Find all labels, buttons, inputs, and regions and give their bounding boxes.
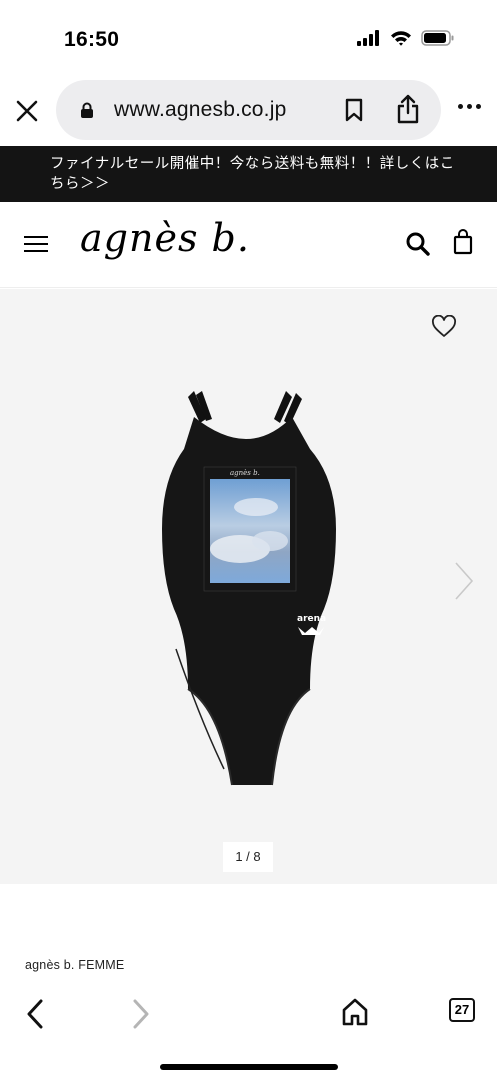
status-bar: 16:50 <box>0 0 497 74</box>
signal-icon <box>357 30 381 51</box>
more-options-icon[interactable] <box>458 104 481 109</box>
heart-icon[interactable] <box>431 314 457 344</box>
sale-banner[interactable]: ファイナルセール開催中！今なら送料も無料！！詳しくはこちら＞＞ <box>0 146 497 202</box>
shopping-bag-icon[interactable] <box>453 229 473 260</box>
forward-arrow-icon[interactable] <box>130 998 152 1035</box>
print-brand-label: agnès b. <box>230 469 260 477</box>
browser-toolbar: 27 <box>0 990 497 1080</box>
lock-icon <box>80 102 94 124</box>
close-icon[interactable] <box>14 98 40 124</box>
home-icon[interactable] <box>342 998 368 1031</box>
url-field[interactable]: www.agnesb.co.jp <box>56 80 441 140</box>
image-page-indicator: 1 / 8 <box>223 842 273 872</box>
battery-icon <box>421 30 455 51</box>
status-time: 16:50 <box>64 28 120 51</box>
search-icon[interactable] <box>405 231 431 262</box>
hamburger-menu-icon[interactable] <box>24 236 48 257</box>
browser-address-bar: www.agnesb.co.jp <box>0 74 497 146</box>
status-icons <box>357 30 455 51</box>
url-text: www.agnesb.co.jp <box>114 98 287 121</box>
product-brand-label[interactable]: agnès b. FEMME <box>25 958 124 972</box>
product-image-swimsuit: agnès b. arena <box>160 389 340 794</box>
back-arrow-icon[interactable] <box>24 998 46 1035</box>
next-image-chevron-icon[interactable] <box>453 561 475 606</box>
product-image-gallery[interactable]: agnès b. arena 1 / 8 <box>0 289 497 884</box>
home-indicator <box>160 1064 338 1070</box>
arena-logo-text: arena <box>297 614 326 624</box>
tabs-count-button[interactable]: 27 <box>449 998 475 1022</box>
site-header: agnès b. <box>0 202 497 288</box>
share-icon[interactable] <box>395 94 421 129</box>
wifi-icon <box>390 30 412 51</box>
bookmark-icon[interactable] <box>344 98 364 127</box>
brand-logo[interactable]: agnès b. <box>80 216 250 260</box>
